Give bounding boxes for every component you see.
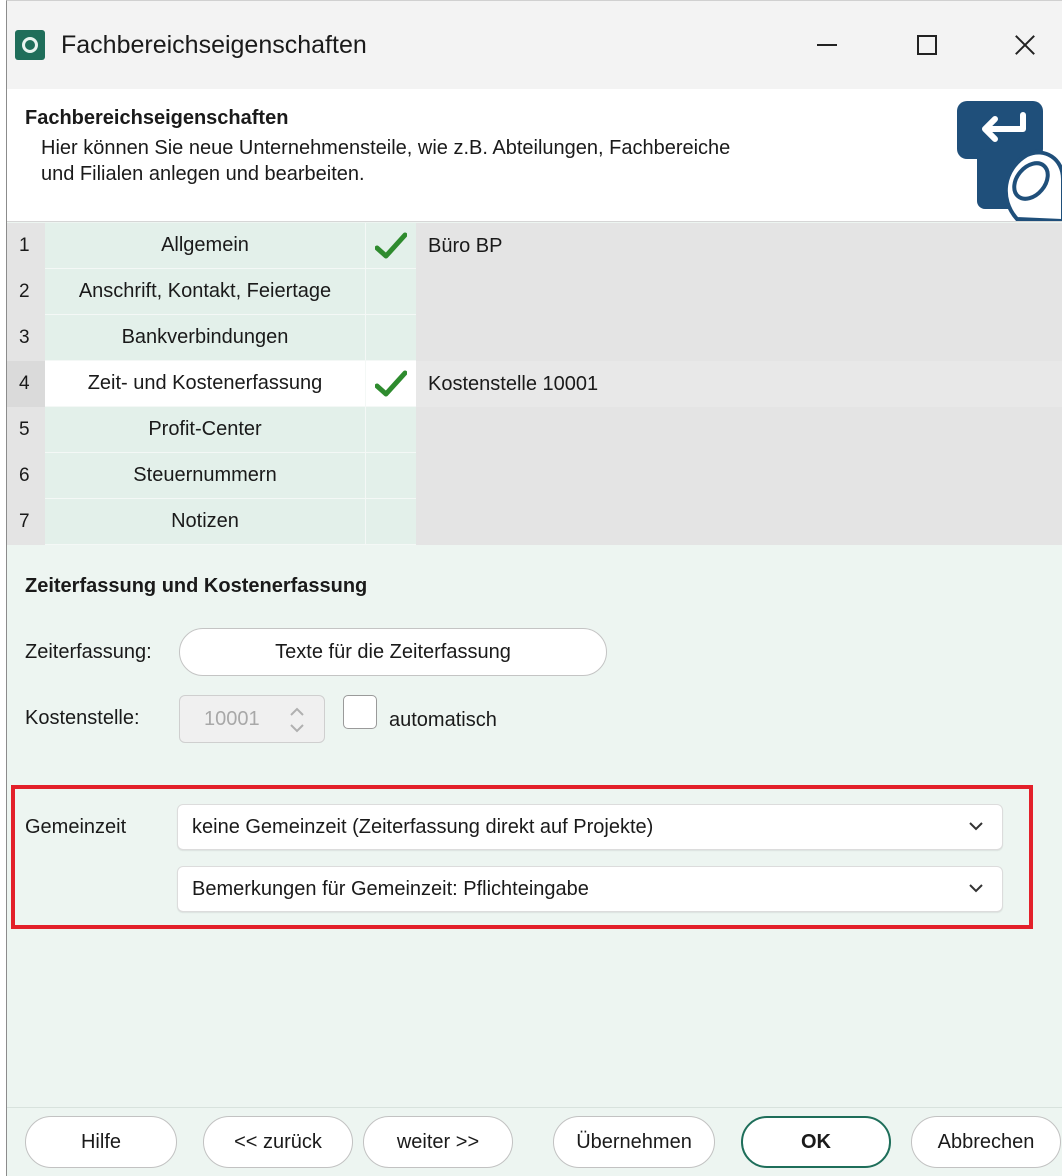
help-button[interactable]: Hilfe bbox=[25, 1116, 177, 1168]
title-bar: Fachbereichseigenschaften bbox=[7, 1, 1062, 89]
header-description: Hier können Sie neue Unternehmensteile, … bbox=[41, 135, 881, 187]
gemeinzeit-select-value: keine Gemeinzeit (Zeiterfassung direkt a… bbox=[192, 815, 654, 838]
gemeinzeit-remarks-value: Bemerkungen für Gemeinzeit: Pflichteinga… bbox=[192, 877, 589, 900]
step-check bbox=[365, 499, 416, 545]
section-title: Zeiterfassung und Kostenerfassung bbox=[25, 575, 368, 597]
zeiterfassung-texts-button[interactable]: Texte für die Zeiterfassung bbox=[179, 628, 607, 676]
enter-key-touch-icon bbox=[957, 101, 1062, 221]
step-number: 6 bbox=[7, 453, 45, 499]
checkmark-icon bbox=[375, 232, 407, 258]
step-list: 1 Allgemein Büro BP 2 Anschrift, Kontakt… bbox=[7, 223, 1062, 545]
step-value bbox=[416, 499, 1062, 545]
step-label: Allgemein bbox=[45, 223, 365, 269]
step-row-anschrift[interactable]: 2 Anschrift, Kontakt, Feiertage bbox=[7, 269, 1062, 315]
step-number: 7 bbox=[7, 499, 45, 545]
step-check bbox=[365, 361, 416, 407]
ok-button[interactable]: OK bbox=[741, 1116, 891, 1168]
step-row-notizen[interactable]: 7 Notizen bbox=[7, 499, 1062, 545]
step-check bbox=[365, 223, 416, 269]
stepper-arrows-icon[interactable] bbox=[288, 704, 306, 736]
automatisch-label: automatisch bbox=[389, 709, 497, 731]
gemeinzeit-select[interactable]: keine Gemeinzeit (Zeiterfassung direkt a… bbox=[177, 804, 1003, 850]
apply-button[interactable]: Übernehmen bbox=[553, 1116, 715, 1168]
header-description-line1: Hier können Sie neue Unternehmensteile, … bbox=[41, 137, 731, 159]
step-number: 4 bbox=[7, 361, 45, 407]
step-number: 3 bbox=[7, 315, 45, 361]
app-icon bbox=[15, 30, 45, 60]
step-label: Zeit- und Kostenerfassung bbox=[45, 361, 365, 407]
step-value bbox=[416, 407, 1062, 453]
chevron-down-icon bbox=[969, 884, 983, 893]
gemeinzeit-label: Gemeinzeit bbox=[25, 816, 127, 838]
minimize-icon bbox=[817, 44, 837, 46]
dialog-header: Fachbereichseigenschaften Hier können Si… bbox=[7, 89, 1062, 222]
step-value bbox=[416, 269, 1062, 315]
step-check bbox=[365, 315, 416, 361]
step-value bbox=[416, 315, 1062, 361]
next-button[interactable]: weiter >> bbox=[363, 1116, 513, 1168]
close-icon bbox=[1014, 34, 1036, 56]
step-row-allgemein[interactable]: 1 Allgemein Büro BP bbox=[7, 223, 1062, 269]
maximize-button[interactable] bbox=[903, 21, 951, 69]
chevron-down-icon bbox=[969, 822, 983, 831]
minimize-button[interactable] bbox=[803, 21, 851, 69]
step-check bbox=[365, 407, 416, 453]
step-label: Notizen bbox=[45, 499, 365, 545]
step-row-bankverbindungen[interactable]: 3 Bankverbindungen bbox=[7, 315, 1062, 361]
step-check bbox=[365, 269, 416, 315]
checkmark-icon bbox=[375, 370, 407, 396]
window-title: Fachbereichseigenschaften bbox=[61, 30, 367, 59]
gemeinzeit-remarks-select[interactable]: Bemerkungen für Gemeinzeit: Pflichteinga… bbox=[177, 866, 1003, 912]
step-row-profit-center[interactable]: 5 Profit-Center bbox=[7, 407, 1062, 453]
step-number: 2 bbox=[7, 269, 45, 315]
kostenstelle-value: 10001 bbox=[204, 707, 260, 730]
step-value: Büro BP bbox=[416, 223, 1062, 269]
cancel-button[interactable]: Abbrechen bbox=[911, 1116, 1061, 1168]
close-button[interactable] bbox=[1001, 21, 1049, 69]
step-label: Profit-Center bbox=[45, 407, 365, 453]
step-row-zeit-kostenerfassung[interactable]: 4 Zeit- und Kostenerfassung Kostenstelle… bbox=[7, 361, 1062, 407]
step-value: Kostenstelle 10001 bbox=[416, 361, 1062, 407]
dialog-window: Fachbereichseigenschaften Fachbereichsei… bbox=[6, 0, 1062, 1176]
zeiterfassung-label: Zeiterfassung: bbox=[25, 641, 152, 663]
step-label: Bankverbindungen bbox=[45, 315, 365, 361]
kostenstelle-label: Kostenstelle: bbox=[25, 707, 140, 729]
header-title: Fachbereichseigenschaften bbox=[25, 107, 289, 129]
footer-divider bbox=[7, 1107, 1062, 1108]
step-label: Steuernummern bbox=[45, 453, 365, 499]
automatisch-checkbox[interactable] bbox=[343, 695, 377, 729]
step-number: 5 bbox=[7, 407, 45, 453]
step-number: 1 bbox=[7, 223, 45, 269]
maximize-icon bbox=[917, 35, 937, 55]
header-description-line2: und Filialen anlegen und bearbeiten. bbox=[41, 163, 365, 185]
back-button[interactable]: << zurück bbox=[203, 1116, 353, 1168]
step-label: Anschrift, Kontakt, Feiertage bbox=[45, 269, 365, 315]
kostenstelle-stepper[interactable]: 10001 bbox=[179, 695, 325, 743]
step-value bbox=[416, 453, 1062, 499]
step-row-steuernummern[interactable]: 6 Steuernummern bbox=[7, 453, 1062, 499]
step-check bbox=[365, 453, 416, 499]
